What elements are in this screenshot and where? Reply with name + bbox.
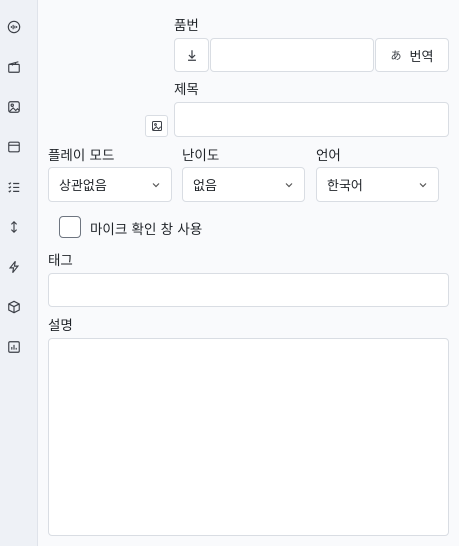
language-value: 한국어 [327, 179, 363, 194]
change-cover-image-button[interactable] [145, 115, 168, 137]
chevron-down-icon [419, 182, 427, 187]
download-button[interactable] [174, 38, 209, 72]
sidebar [0, 0, 38, 546]
play-mode-value: 상관없음 [59, 179, 107, 194]
calendar-icon[interactable] [6, 139, 22, 155]
image-icon[interactable] [6, 99, 22, 115]
title-label: 제목 [174, 82, 199, 98]
difficulty-select[interactable]: 없음 [182, 167, 305, 202]
chevron-down-icon [285, 182, 293, 187]
difficulty-value: 없음 [193, 179, 217, 194]
mic-confirm-checkbox[interactable] [59, 216, 81, 238]
package-box-icon[interactable] [6, 299, 22, 315]
translate-icon: あ [390, 49, 402, 62]
difficulty-label: 난이도 [182, 148, 220, 164]
clapperboard-icon[interactable] [6, 59, 22, 75]
translate-button[interactable]: あ 번역 [375, 38, 449, 72]
image-icon [151, 121, 162, 131]
tags-label: 태그 [48, 253, 73, 269]
description-textarea[interactable] [48, 338, 449, 536]
title-input[interactable] [174, 102, 449, 137]
lightning-icon[interactable] [6, 259, 22, 275]
product-no-label: 품번 [174, 18, 199, 34]
product-no-input[interactable] [210, 38, 374, 72]
language-select[interactable]: 한국어 [316, 167, 439, 202]
tags-input[interactable] [48, 273, 449, 307]
bar-chart-icon[interactable] [6, 339, 22, 355]
mic-confirm-label[interactable]: 마이크 확인 창 사용 [90, 218, 202, 238]
audio-wave-icon[interactable] [6, 19, 22, 35]
translate-button-label: 번역 [409, 49, 434, 65]
play-mode-label: 플레이 모드 [48, 148, 115, 164]
language-label: 언어 [316, 148, 341, 164]
arrow-up-down-icon[interactable] [6, 219, 22, 235]
description-label: 설명 [48, 318, 73, 334]
chevron-down-icon [152, 182, 160, 187]
download-arrow-icon [187, 50, 196, 61]
play-mode-select[interactable]: 상관없음 [48, 167, 172, 202]
list-check-icon[interactable] [6, 179, 22, 195]
